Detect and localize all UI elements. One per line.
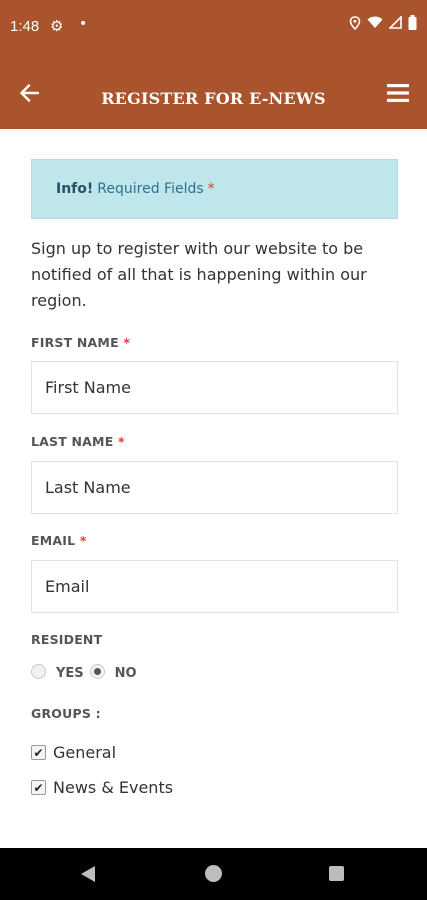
resident-label: RESIDENT <box>31 632 103 647</box>
status-icons <box>349 15 417 30</box>
group-general-checkbox[interactable]: ✔ <box>31 745 46 760</box>
resident-yes-label[interactable]: YES <box>56 666 84 681</box>
last-name-label-text: LAST NAME <box>31 434 114 449</box>
system-nav-bar <box>0 848 427 900</box>
group-general-row[interactable]: ✔ General <box>31 743 116 762</box>
nav-back-icon[interactable] <box>80 865 96 883</box>
email-input[interactable] <box>31 560 398 613</box>
required-star: * <box>118 434 125 449</box>
nav-recents-icon[interactable] <box>329 866 344 881</box>
wifi-icon <box>367 16 383 28</box>
location-icon <box>349 15 361 30</box>
back-button[interactable] <box>14 78 44 108</box>
info-alert: Info! Required Fields * <box>31 159 398 219</box>
email-label-text: EMAIL <box>31 533 76 548</box>
group-news-events-label[interactable]: News & Events <box>53 778 173 797</box>
first-name-label: FIRST NAME * <box>31 335 130 350</box>
nav-home-icon[interactable] <box>205 865 222 882</box>
email-label: EMAIL * <box>31 533 87 548</box>
group-general-label[interactable]: General <box>53 743 116 762</box>
app-bar: REGISTER FOR E-NEWS <box>0 56 427 129</box>
resident-no-label[interactable]: NO <box>115 666 137 681</box>
group-news-events-checkbox[interactable]: ✔ <box>31 780 46 795</box>
page-title: REGISTER FOR E-NEWS <box>101 89 326 108</box>
group-news-events-row[interactable]: ✔ News & Events <box>31 778 173 797</box>
intro-text: Sign up to register with our website to … <box>31 239 367 310</box>
required-star: * <box>123 335 131 350</box>
last-name-label: LAST NAME * <box>31 434 125 449</box>
required-star: * <box>79 533 87 548</box>
battery-icon <box>408 15 417 30</box>
first-name-input[interactable] <box>31 361 398 414</box>
info-alert-title: Info! <box>56 181 94 197</box>
resident-no-radio[interactable] <box>89 664 105 679</box>
notification-dot-icon: • <box>79 16 88 32</box>
hamburger-menu-icon <box>387 84 409 102</box>
status-time: 1:48 <box>10 18 40 35</box>
resident-radio-group: YES NO <box>31 662 137 681</box>
required-star: * <box>207 181 215 197</box>
info-alert-text: Required Fields <box>97 181 204 197</box>
last-name-input[interactable] <box>31 461 398 514</box>
first-name-label-text: FIRST NAME <box>31 335 119 350</box>
resident-yes-radio[interactable] <box>31 664 46 679</box>
arrow-left-icon <box>20 84 39 102</box>
registration-form: Info! Required Fields * Sign up to regis… <box>0 129 427 848</box>
settings-gear-icon: ⚙ <box>50 17 64 35</box>
groups-label: GROUPS : <box>31 706 101 721</box>
status-bar: 1:48 ⚙ • <box>0 0 427 56</box>
signal-icon <box>389 16 402 29</box>
menu-button[interactable] <box>383 78 413 108</box>
